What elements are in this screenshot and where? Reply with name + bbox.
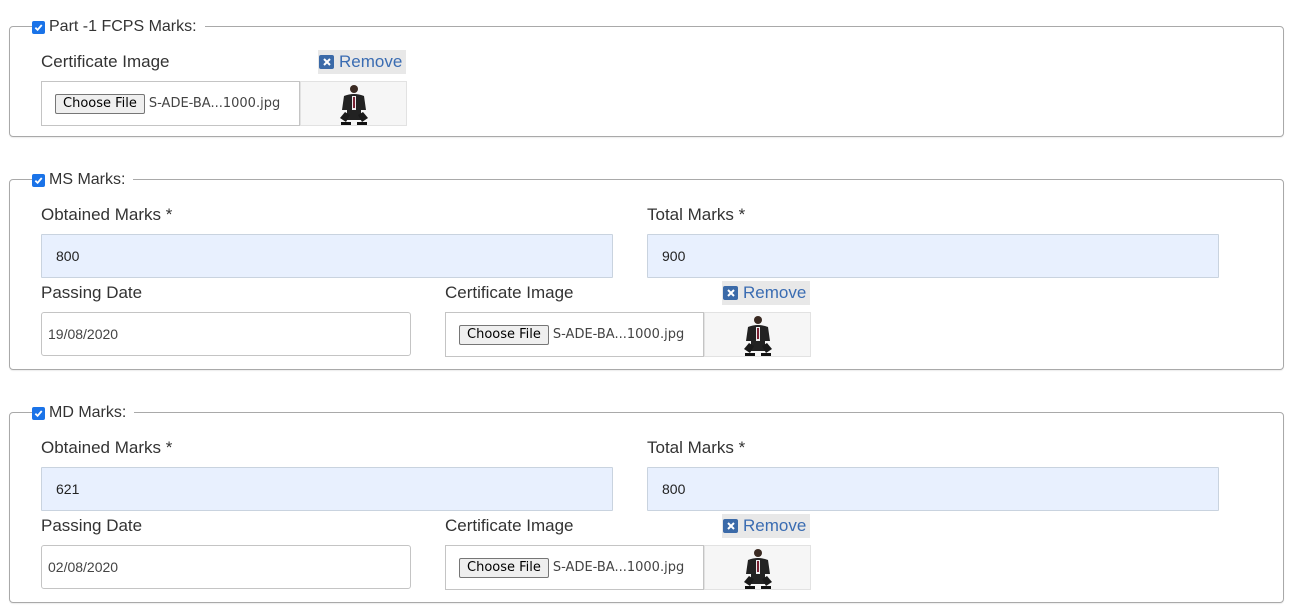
- fcps-certificate-label: Certificate Image: [41, 52, 170, 71]
- fcps-marks-title: Part -1 FCPS Marks:: [49, 18, 197, 35]
- md-marks-legend: MD Marks:: [32, 403, 135, 423]
- md-total-input[interactable]: 800: [647, 467, 1219, 511]
- fcps-remove-label: Remove: [339, 52, 403, 71]
- ms-file-name: S-ADE-BA...1000.jpg: [552, 327, 685, 342]
- person-photo-icon: [705, 313, 810, 356]
- md-marks-checkbox[interactable]: [32, 406, 45, 420]
- checkmark-icon: [34, 23, 43, 31]
- ms-remove-label: Remove: [743, 283, 807, 302]
- md-passing-date-label: Passing Date: [41, 516, 143, 535]
- ms-certificate-thumbnail: [704, 312, 811, 357]
- ms-total-label: Total Marks *: [647, 205, 746, 224]
- md-remove-label: Remove: [743, 516, 807, 535]
- ms-marks-section: MS Marks: Obtained Marks * Total Marks *…: [9, 170, 1284, 370]
- fcps-file-input[interactable]: Choose File S-ADE-BA...1000.jpg: [41, 81, 300, 126]
- md-marks-title: MD Marks:: [49, 404, 127, 421]
- md-obtained-label: Obtained Marks *: [41, 438, 173, 457]
- md-certificate-label: Certificate Image: [445, 516, 574, 535]
- ms-marks-title: MS Marks:: [49, 171, 126, 188]
- md-obtained-input[interactable]: 621: [41, 467, 613, 511]
- fcps-marks-checkbox[interactable]: [32, 20, 45, 34]
- ms-total-input[interactable]: 900: [647, 234, 1219, 278]
- md-file-name: S-ADE-BA...1000.jpg: [552, 560, 685, 575]
- ms-obtained-input[interactable]: 800: [41, 234, 613, 278]
- checkmark-icon: [34, 176, 43, 184]
- md-remove-button[interactable]: Remove: [722, 514, 810, 538]
- person-photo-icon: [301, 82, 406, 125]
- md-file-input[interactable]: Choose File S-ADE-BA...1000.jpg: [445, 545, 704, 590]
- fcps-choose-file-button[interactable]: Choose File: [55, 93, 145, 114]
- md-passing-date-input[interactable]: 02/08/2020: [41, 545, 411, 589]
- ms-marks-legend: MS Marks:: [32, 170, 134, 190]
- fcps-certificate-thumbnail: [300, 81, 407, 126]
- md-total-label: Total Marks *: [647, 438, 746, 457]
- md-marks-section: MD Marks: Obtained Marks * Total Marks *…: [9, 403, 1284, 603]
- fcps-file-name: S-ADE-BA...1000.jpg: [148, 96, 281, 111]
- close-square-icon: [319, 55, 334, 69]
- fcps-marks-section: Part -1 FCPS Marks: Certificate Image Re…: [9, 17, 1284, 137]
- close-square-icon: [723, 519, 738, 533]
- ms-choose-file-button[interactable]: Choose File: [459, 324, 549, 345]
- ms-passing-date-label: Passing Date: [41, 283, 143, 302]
- ms-certificate-label: Certificate Image: [445, 283, 574, 302]
- person-photo-icon: [705, 546, 810, 589]
- ms-marks-checkbox[interactable]: [32, 173, 45, 187]
- fcps-remove-button[interactable]: Remove: [318, 50, 406, 74]
- md-choose-file-button[interactable]: Choose File: [459, 557, 549, 578]
- fcps-marks-legend: Part -1 FCPS Marks:: [32, 17, 205, 37]
- ms-file-input[interactable]: Choose File S-ADE-BA...1000.jpg: [445, 312, 704, 357]
- close-square-icon: [723, 286, 738, 300]
- checkmark-icon: [34, 409, 43, 417]
- ms-obtained-label: Obtained Marks *: [41, 205, 173, 224]
- ms-passing-date-input[interactable]: 19/08/2020: [41, 312, 411, 356]
- md-certificate-thumbnail: [704, 545, 811, 590]
- ms-remove-button[interactable]: Remove: [722, 281, 810, 305]
